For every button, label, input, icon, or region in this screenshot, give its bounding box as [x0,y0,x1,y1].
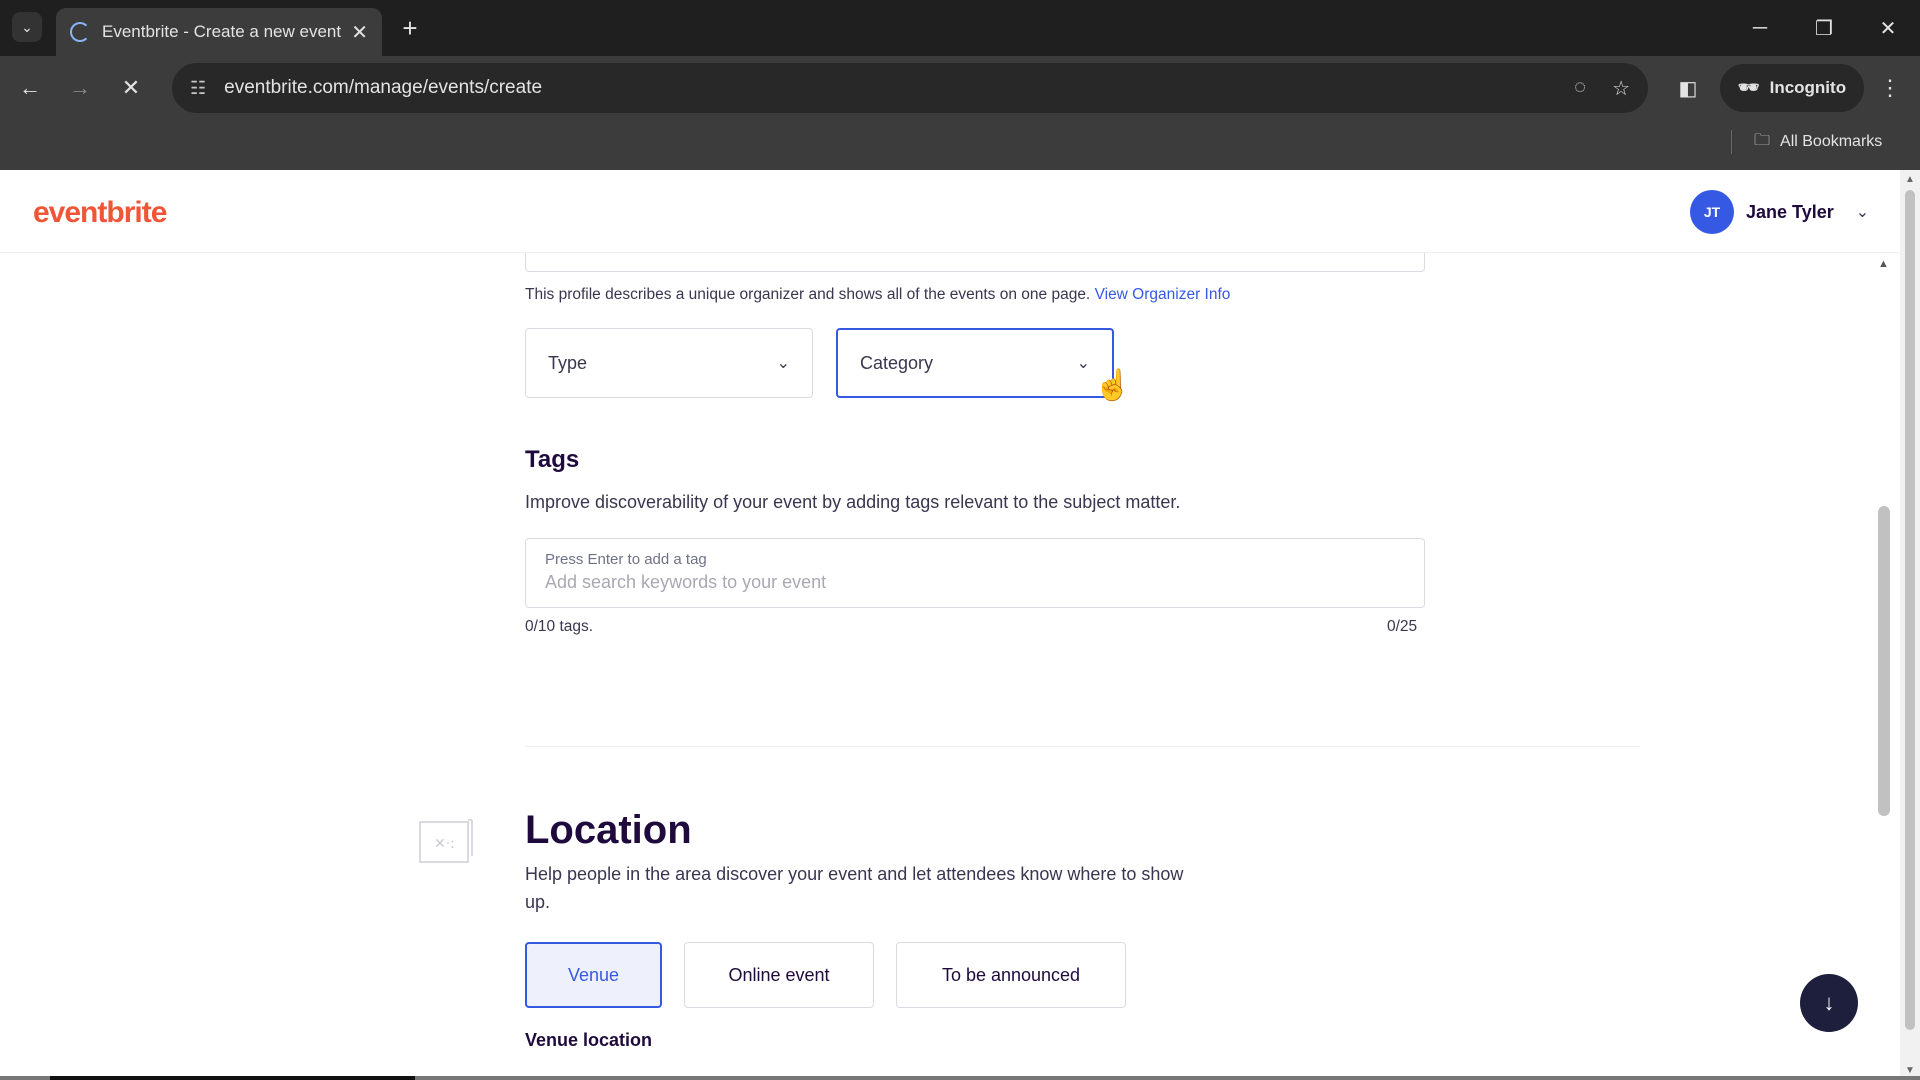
category-select[interactable]: Category ⌄ [836,328,1114,398]
tab-title: Eventbrite - Create a new event [102,22,342,41]
site-header: eventbrite JT Jane Tyler ⌄ [0,170,1900,252]
tab-search-icon[interactable]: ⌄ [12,12,42,42]
incognito-button[interactable]: 🕶 Incognito [1720,64,1865,112]
type-select-label: Type [548,352,588,373]
address-bar[interactable]: ☷ eventbrite.com/manage/events/create ◌ … [172,63,1648,113]
venue-location-label: Venue location [525,1030,653,1050]
organizer-description-text: This profile describes a unique organize… [525,286,1091,303]
browser-tab[interactable]: Eventbrite - Create a new event ✕ [56,8,382,56]
tag-count: 0/10 tags. [525,618,594,635]
incognito-icon: 🕶 [1738,78,1760,97]
to-be-announced-button[interactable]: To be announced [896,942,1126,1008]
loading-progress-bar [0,1076,1920,1080]
stop-loading-icon[interactable]: ✕ [113,70,149,106]
online-event-button[interactable]: Online event [684,942,874,1008]
minimize-icon[interactable]: ─ [1728,0,1792,56]
new-tab-icon[interactable]: + [394,12,426,44]
url-text[interactable]: eventbrite.com/manage/events/create [224,77,1574,99]
scroll-up-arrow-icon[interactable]: ▲ [1878,258,1889,270]
all-bookmarks-button[interactable]: 🗀 All Bookmarks [1754,126,1882,158]
browser-menu-icon[interactable]: ⋮ [1872,70,1908,106]
side-panel-icon[interactable]: ◧ [1670,70,1706,106]
tags-input-label: Press Enter to add a tag [545,551,707,568]
eventbrite-logo[interactable]: eventbrite [33,196,167,230]
organizer-description: This profile describes a unique organize… [525,286,1230,304]
user-menu[interactable]: JT Jane Tyler ⌄ [1690,190,1869,234]
tab-close-icon[interactable]: ✕ [351,20,368,45]
scroll-down-icon[interactable]: ↓ [1800,974,1858,1032]
user-name: Jane Tyler [1746,201,1834,222]
page-scrollbar[interactable]: ▲ ▼ [1900,170,1920,1080]
tags-input[interactable]: Press Enter to add a tag Add search keyw… [525,538,1425,608]
folder-icon: 🗀 [1754,131,1771,149]
tags-heading: Tags [525,446,580,473]
category-select-label: Category [860,352,934,373]
location-heading: Location [525,808,692,852]
back-icon[interactable]: ← [12,70,48,106]
star-icon[interactable]: ☆ [1612,76,1630,101]
bookmarks-bar: 🗀 All Bookmarks [0,120,1920,170]
map-icon: ✕·: [419,819,473,863]
browser-tabstrip: ⌄ Eventbrite - Create a new event ✕ + ─ … [0,0,1920,56]
loading-spinner-icon [70,22,90,42]
site-settings-icon[interactable]: ☷ [190,78,206,99]
section-divider [525,746,1640,747]
chevron-down-icon: ⌄ [1076,355,1090,372]
tags-input-placeholder[interactable]: Add search keywords to your event [545,572,1405,593]
eye-off-icon[interactable]: ◌ [1574,76,1586,101]
avatar: JT [1690,190,1734,234]
all-bookmarks-label: All Bookmarks [1780,133,1883,150]
bookmarks-divider [1731,130,1732,154]
window-controls: ─ ❐ ✕ [1728,0,1920,56]
page-scroll-up-icon[interactable]: ▲ [1905,174,1915,185]
forward-icon[interactable]: → [62,70,98,106]
close-window-icon[interactable]: ✕ [1856,0,1920,56]
hand-cursor-icon: ☝ [1094,369,1132,402]
chevron-down-icon: ⌄ [776,355,790,372]
location-description: Help people in the area discover your ev… [525,864,1184,912]
browser-toolbar: ← → ✕ ☷ eventbrite.com/manage/events/cre… [0,56,1920,120]
view-organizer-info-link[interactable]: View Organizer Info [1095,286,1231,303]
incognito-label: Incognito [1769,78,1847,97]
restore-icon[interactable]: ❐ [1792,0,1856,56]
content-scrollbar[interactable]: ▲ [1874,256,1894,1080]
chevron-down-icon: ⌄ [1855,204,1870,221]
character-count: 0/25 [1387,618,1418,635]
type-select[interactable]: Type ⌄ [525,328,813,398]
page-scroll-down-icon[interactable]: ▼ [1905,1065,1915,1076]
tags-description: Improve discoverability of your event by… [525,492,1181,512]
svg-text:✕·:: ✕·: [434,836,455,852]
page-viewport: This profile describes a unique organize… [0,170,1920,1080]
content-scrollbar-thumb[interactable] [1878,506,1890,816]
page-scrollbar-thumb[interactable] [1905,190,1915,1030]
loading-progress-segment [50,1076,415,1080]
venue-button[interactable]: Venue [525,942,662,1008]
